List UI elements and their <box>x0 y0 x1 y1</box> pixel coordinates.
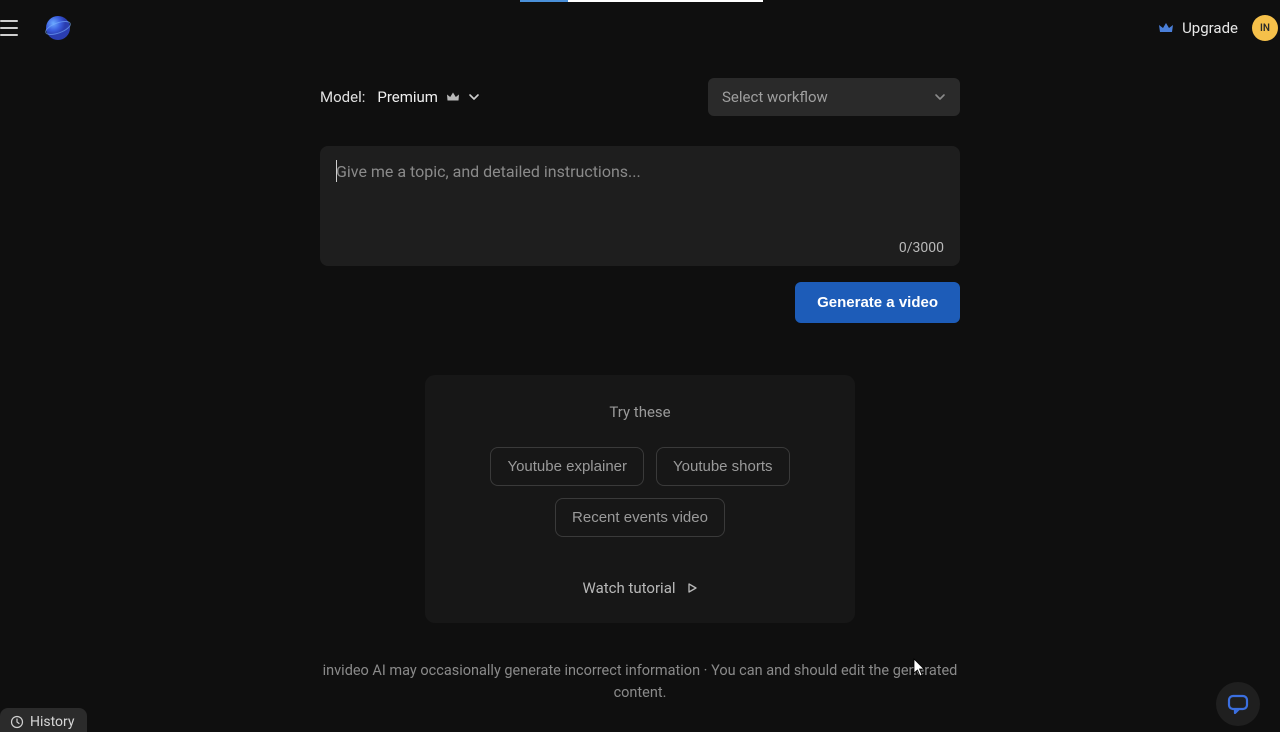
main-content: Model: Premium Select workflow 0/3000 Ge… <box>320 78 960 623</box>
chat-icon <box>1227 694 1249 714</box>
accent-segment-blue <box>520 0 568 2</box>
generate-row: Generate a video <box>320 282 960 323</box>
app-header: Upgrade IN <box>0 4 1280 52</box>
workflow-placeholder: Select workflow <box>722 88 828 106</box>
chip-recent-events[interactable]: Recent events video <box>555 498 725 537</box>
clock-icon <box>10 715 24 729</box>
chip-youtube-explainer[interactable]: Youtube explainer <box>490 447 644 486</box>
model-label: Model: <box>320 88 365 106</box>
tutorial-label: Watch tutorial <box>583 579 676 597</box>
accent-segment-white <box>568 0 763 2</box>
chip-row-2: Recent events video <box>449 498 831 537</box>
workflow-select[interactable]: Select workflow <box>708 78 960 116</box>
app-logo[interactable] <box>44 14 72 42</box>
model-value: Premium <box>377 88 438 106</box>
crown-icon <box>446 91 460 103</box>
prompt-box: 0/3000 <box>320 146 960 266</box>
generate-button[interactable]: Generate a video <box>795 282 960 323</box>
crown-icon <box>1158 21 1174 35</box>
header-right: Upgrade IN <box>1158 15 1270 41</box>
menu-button[interactable] <box>0 16 24 40</box>
controls-row: Model: Premium Select workflow <box>320 78 960 116</box>
chip-row-1: Youtube explainer Youtube shorts <box>449 447 831 486</box>
play-icon <box>686 582 698 594</box>
chevron-down-icon <box>934 91 946 103</box>
suggestions-heading: Try these <box>449 403 831 421</box>
upgrade-label: Upgrade <box>1182 19 1238 37</box>
disclaimer-text: invideo AI may occasionally generate inc… <box>320 660 960 704</box>
watch-tutorial-link[interactable]: Watch tutorial <box>583 579 698 597</box>
header-left <box>0 14 72 42</box>
chip-youtube-shorts[interactable]: Youtube shorts <box>656 447 790 486</box>
prompt-input[interactable] <box>320 146 960 266</box>
chat-button[interactable] <box>1216 682 1260 726</box>
char-count: 0/3000 <box>899 240 944 256</box>
history-button[interactable]: History <box>0 708 87 732</box>
avatar-initials: IN <box>1260 23 1270 34</box>
model-group: Model: Premium <box>320 88 480 106</box>
chevron-down-icon <box>468 91 480 103</box>
model-select[interactable]: Premium <box>377 88 480 106</box>
avatar[interactable]: IN <box>1252 15 1278 41</box>
upgrade-button[interactable]: Upgrade <box>1158 19 1238 37</box>
suggestions-card: Try these Youtube explainer Youtube shor… <box>425 375 855 623</box>
